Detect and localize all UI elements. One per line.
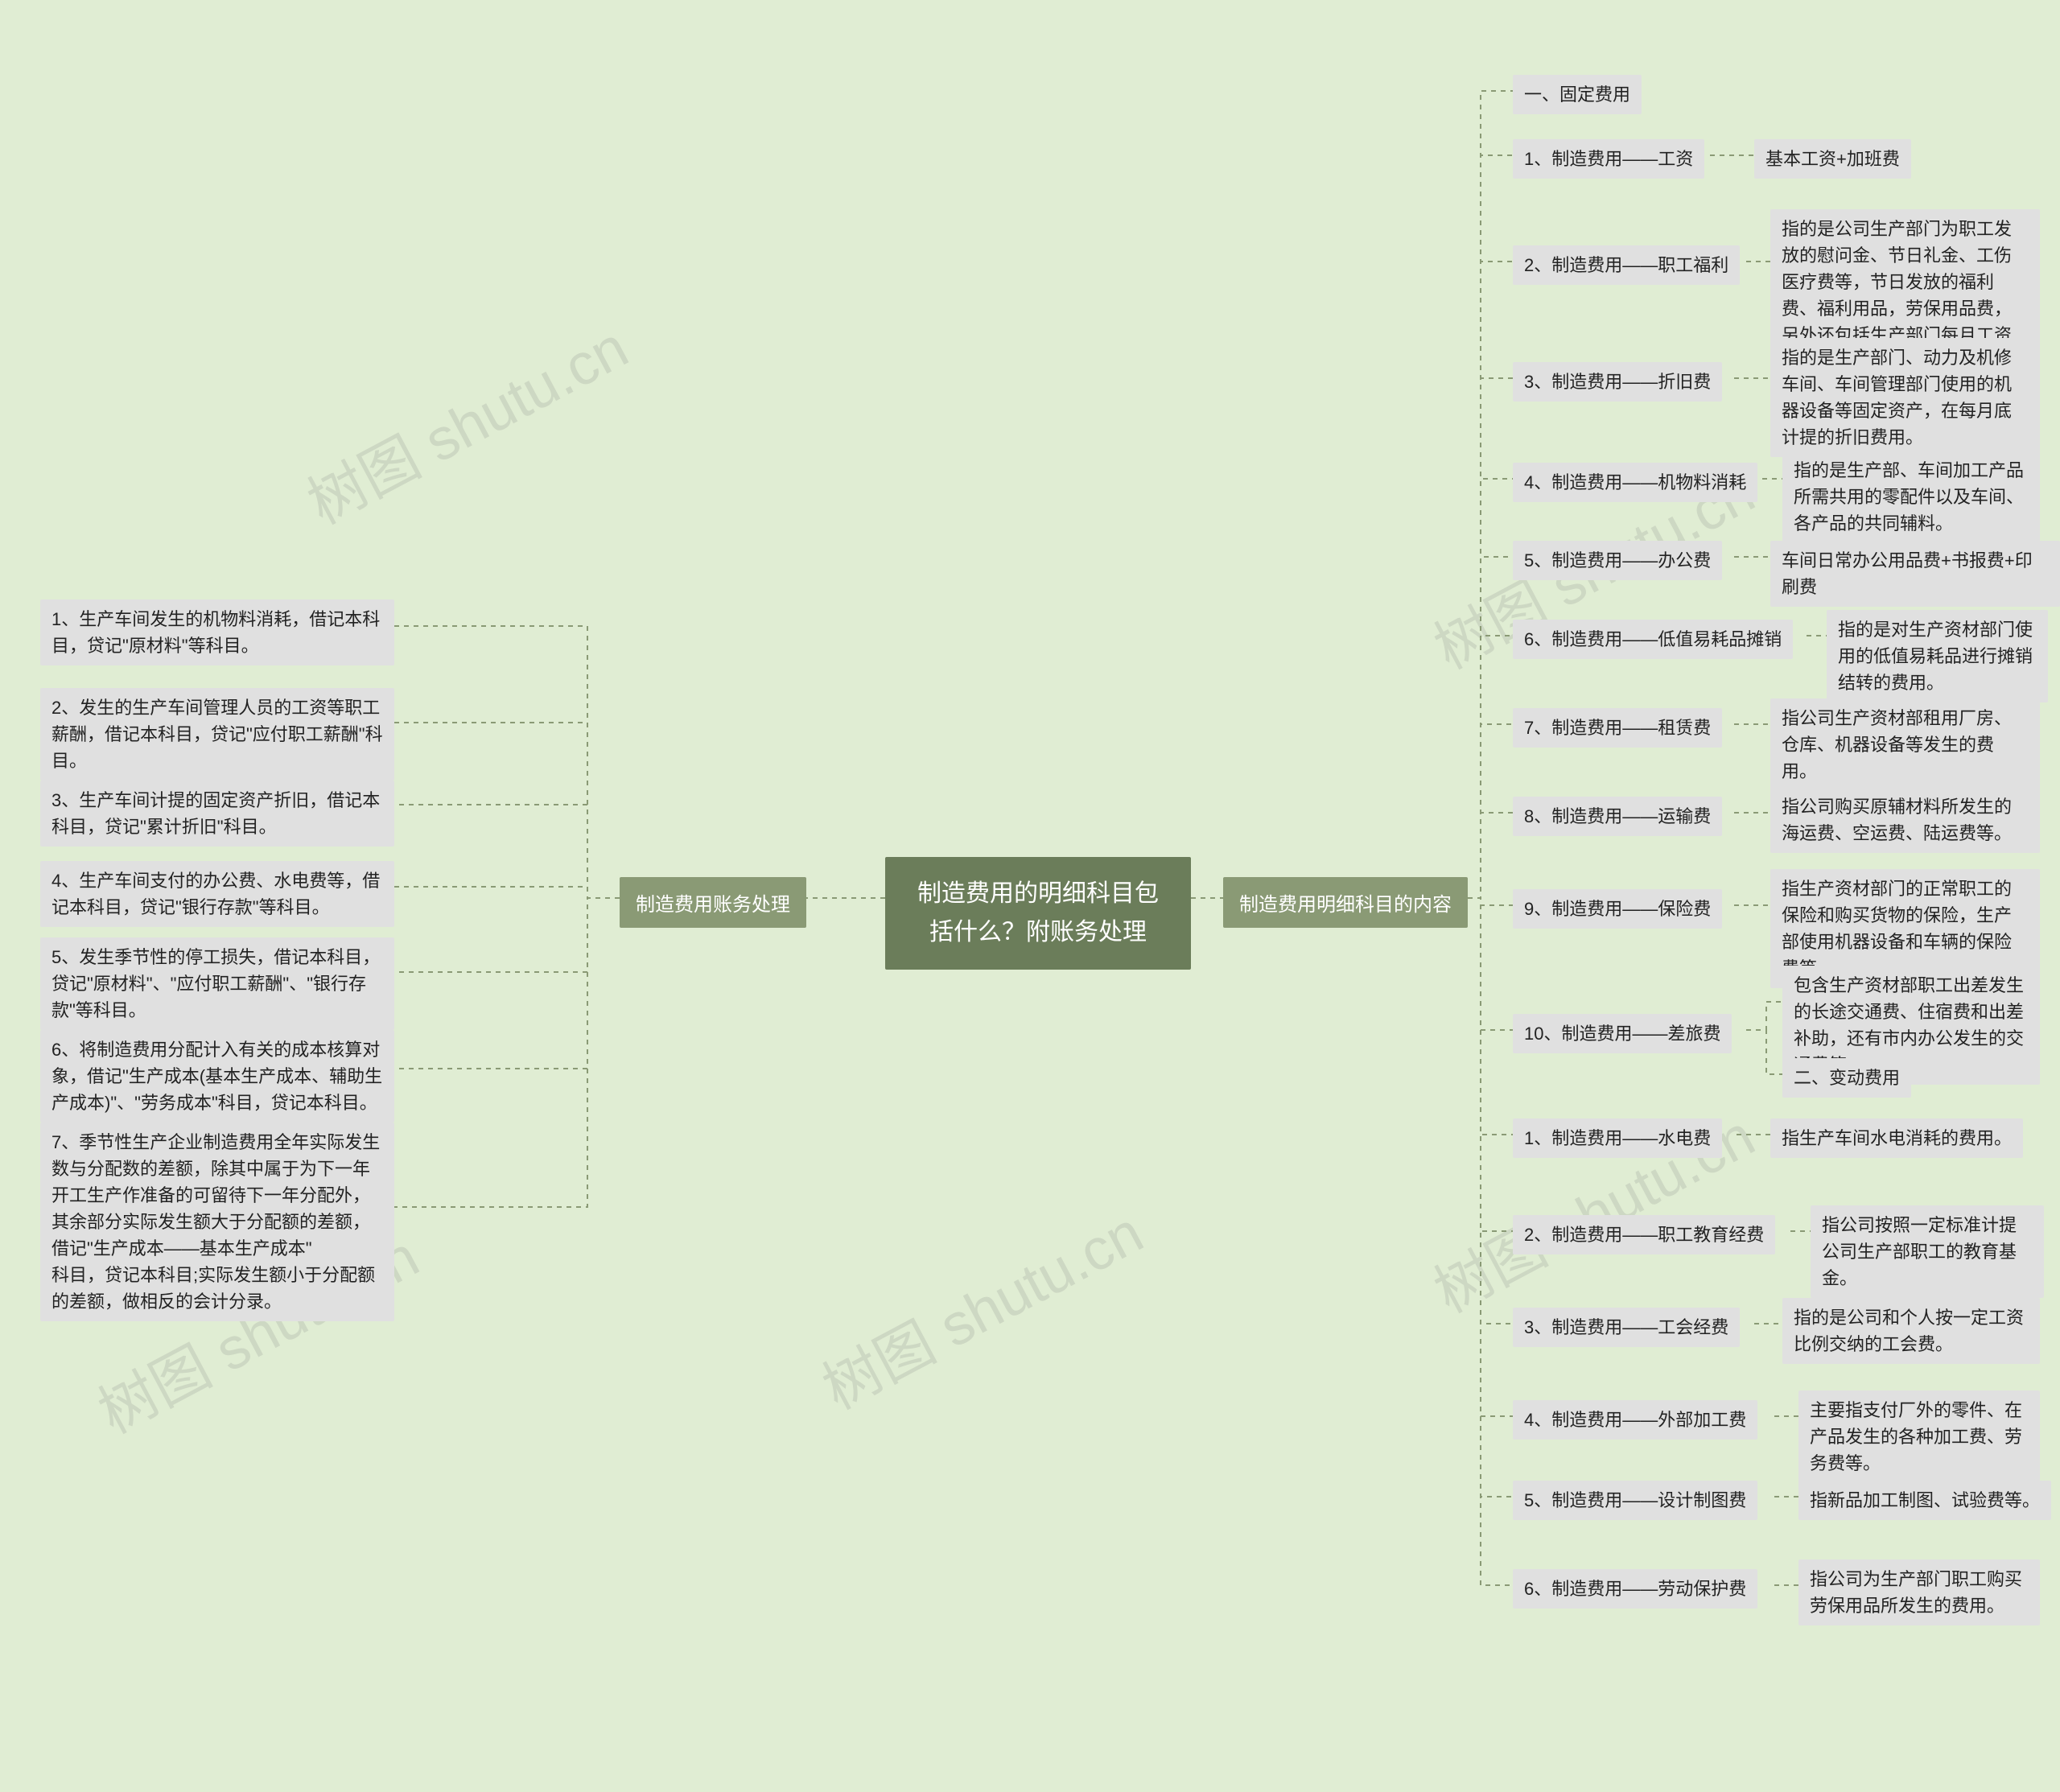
right-item-4[interactable]: 4、制造费用——机物料消耗 [1513, 463, 1757, 502]
left-item-1[interactable]: 1、生产车间发生的机物料消耗，借记本科目，贷记"原材料"等科目。 [40, 599, 394, 665]
watermark: 树图 shutu.cn [805, 1186, 1155, 1425]
watermark: 树图 shutu.cn [290, 301, 640, 540]
right-var-1[interactable]: 1、制造费用——水电费 [1513, 1118, 1722, 1158]
right-item-9[interactable]: 9、制造费用——保险费 [1513, 889, 1722, 929]
left-item-3[interactable]: 3、生产车间计提的固定资产折旧，借记本科目，贷记"累计折旧"科目。 [40, 781, 394, 847]
right-item-5[interactable]: 5、制造费用——办公费 [1513, 541, 1722, 580]
right-item-10[interactable]: 10、制造费用——差旅费 [1513, 1014, 1732, 1053]
right-var-4-desc[interactable]: 主要指支付厂外的零件、在产品发生的各种加工费、劳务费等。 [1798, 1390, 2040, 1483]
right-var-6[interactable]: 6、制造费用——劳动保护费 [1513, 1569, 1757, 1609]
left-item-7[interactable]: 7、季节性生产企业制造费用全年实际发生数与分配数的差额，除其中属于为下一年开工生… [40, 1123, 394, 1321]
right-var-2-desc[interactable]: 指公司按照一定标准计提公司生产部职工的教育基金。 [1811, 1205, 2044, 1298]
right-item-7-desc[interactable]: 指公司生产资材部租用厂房、仓库、机器设备等发生的费用。 [1770, 698, 2040, 791]
right-item-8-desc[interactable]: 指公司购买原辅材料所发生的海运费、空运费、陆运费等。 [1770, 787, 2040, 853]
right-var-5-desc[interactable]: 指新品加工制图、试验费等。 [1798, 1481, 2051, 1520]
right-item-3[interactable]: 3、制造费用——折旧费 [1513, 362, 1722, 402]
right-var-2[interactable]: 2、制造费用——职工教育经费 [1513, 1215, 1775, 1254]
right-item-4-desc[interactable]: 指的是生产部、车间加工产品所需共用的零配件以及车间、各产品的共同辅料。 [1782, 451, 2040, 543]
right-var-6-desc[interactable]: 指公司为生产部门职工购买劳保用品所发生的费用。 [1798, 1559, 2040, 1625]
left-item-5[interactable]: 5、发生季节性的停工损失，借记本科目，贷记"原材料"、"应付职工薪酬"、"银行存… [40, 937, 394, 1030]
right-heading-fixed[interactable]: 一、固定费用 [1513, 75, 1642, 114]
right-var-3[interactable]: 3、制造费用——工会经费 [1513, 1308, 1740, 1347]
right-item-6-desc[interactable]: 指的是对生产资材部门使用的低值易耗品进行摊销结转的费用。 [1827, 610, 2048, 702]
right-var-4[interactable]: 4、制造费用——外部加工费 [1513, 1400, 1757, 1440]
right-var-3-desc[interactable]: 指的是公司和个人按一定工资比例交纳的工会费。 [1782, 1298, 2040, 1364]
right-item-3-desc[interactable]: 指的是生产部门、动力及机修车间、车间管理部门使用的机器设备等固定资产，在每月底计… [1770, 338, 2040, 457]
branch-right[interactable]: 制造费用明细科目的内容 [1223, 877, 1468, 928]
right-var-5[interactable]: 5、制造费用——设计制图费 [1513, 1481, 1757, 1520]
right-var-1-desc[interactable]: 指生产车间水电消耗的费用。 [1770, 1118, 2023, 1158]
right-heading-variable[interactable]: 二、变动费用 [1782, 1058, 1911, 1098]
right-item-8[interactable]: 8、制造费用——运输费 [1513, 797, 1722, 836]
left-item-2[interactable]: 2、发生的生产车间管理人员的工资等职工薪酬，借记本科目，贷记"应付职工薪酬"科目… [40, 688, 394, 781]
branch-left[interactable]: 制造费用账务处理 [620, 877, 806, 928]
left-item-4[interactable]: 4、生产车间支付的办公费、水电费等，借记本科目，贷记"银行存款"等科目。 [40, 861, 394, 927]
right-item-7[interactable]: 7、制造费用——租赁费 [1513, 708, 1722, 748]
root-node[interactable]: 制造费用的明细科目包括什么？附账务处理 [885, 857, 1191, 970]
right-item-2[interactable]: 2、制造费用——职工福利 [1513, 245, 1740, 285]
right-item-1[interactable]: 1、制造费用——工资 [1513, 139, 1704, 179]
right-item-5-desc[interactable]: 车间日常办公用品费+书报费+印刷费 [1770, 541, 2060, 607]
right-item-1-desc[interactable]: 基本工资+加班费 [1754, 139, 1911, 179]
left-item-6[interactable]: 6、将制造费用分配计入有关的成本核算对象，借记"生产成本(基本生产成本、辅助生产… [40, 1030, 394, 1123]
right-item-6[interactable]: 6、制造费用——低值易耗品摊销 [1513, 620, 1793, 659]
